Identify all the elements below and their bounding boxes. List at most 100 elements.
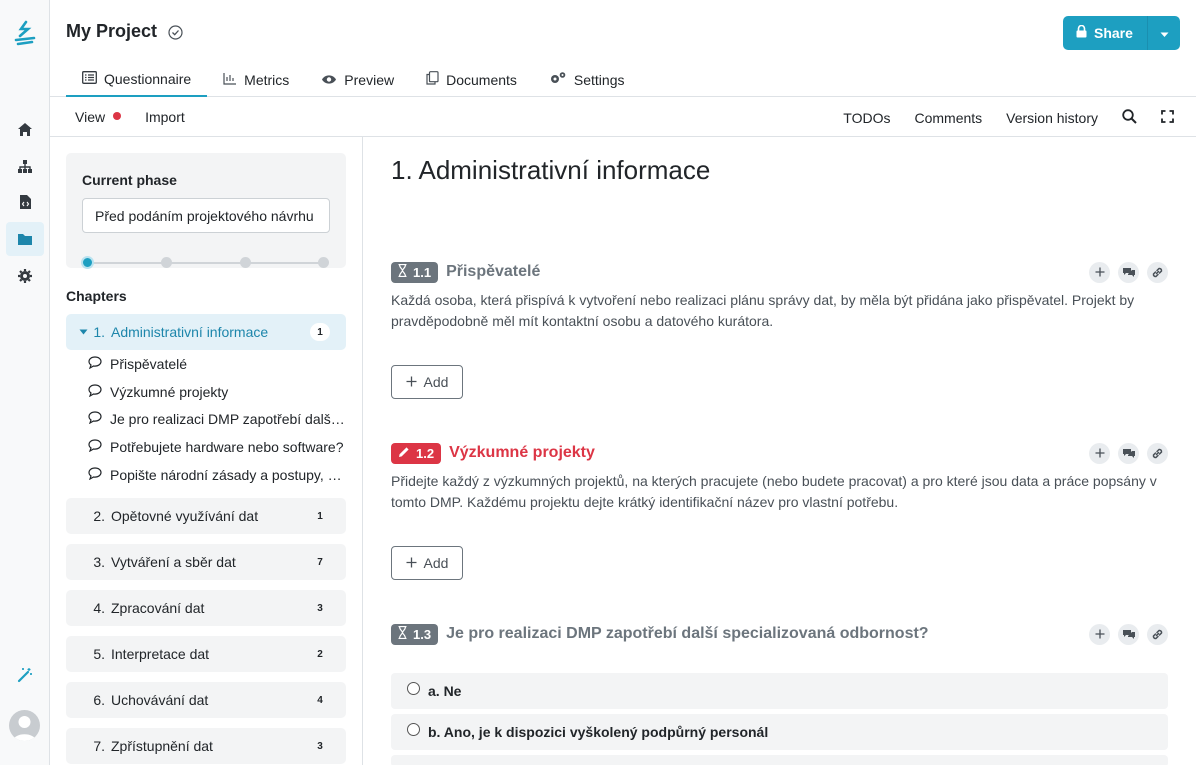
link-icon[interactable]: [1147, 442, 1168, 464]
phase-step-3[interactable]: [240, 257, 251, 268]
question-link-2[interactable]: Výzkumné projekty: [88, 384, 348, 400]
link-icon[interactable]: [1147, 623, 1168, 645]
chapter-heading: 1. Administrativní informace: [391, 155, 711, 185]
chart-icon: [223, 72, 237, 88]
answer-option[interactable]: [391, 755, 1168, 765]
question-number-badge: 1.3: [391, 623, 439, 645]
chapter-num: 3.: [93, 554, 105, 570]
magic-wand-icon[interactable]: [6, 658, 44, 692]
answer-option[interactable]: b. Ano, je k dispozici vyškolený podpůrn…: [391, 714, 1168, 750]
add-label: Add: [423, 374, 449, 390]
add-todo-icon[interactable]: [1089, 442, 1110, 464]
home-icon[interactable]: [6, 112, 44, 146]
import-menu[interactable]: Import: [145, 109, 185, 125]
lock-icon: [1076, 24, 1087, 41]
chapter-num: 6.: [93, 692, 105, 708]
folder-icon[interactable]: [6, 222, 44, 256]
hourglass-icon: [398, 625, 407, 642]
comment-icon: [88, 384, 102, 400]
chapter-item-7[interactable]: 7. Zpřístupnění dat 3: [66, 728, 346, 764]
radio-button[interactable]: [407, 681, 420, 695]
phase-step-2[interactable]: [161, 257, 172, 268]
tab-questionnaire[interactable]: Questionnaire: [66, 62, 208, 97]
question-number: 1.1: [413, 264, 432, 280]
share-dropdown-toggle[interactable]: [1148, 25, 1180, 41]
chapter-title: Zpřístupnění dat: [111, 738, 213, 754]
todos-button[interactable]: TODOs: [843, 110, 890, 126]
phase-step-4[interactable]: [318, 257, 329, 268]
chapter-count-badge: 3: [317, 602, 323, 614]
share-label: Share: [1094, 25, 1133, 41]
hourglass-icon: [398, 263, 407, 280]
share-button[interactable]: Share: [1063, 16, 1180, 50]
tab-preview[interactable]: Preview: [305, 62, 410, 97]
question-link-4[interactable]: Potřebujete hardware nebo software?: [88, 439, 348, 455]
link-icon[interactable]: [1147, 261, 1168, 283]
add-item-button[interactable]: Add: [391, 546, 463, 580]
fullscreen-icon[interactable]: [1161, 110, 1174, 126]
comments-icon[interactable]: [1118, 261, 1139, 283]
tab-label: Preview: [344, 71, 395, 88]
add-item-button[interactable]: Add: [391, 365, 463, 399]
cogs-icon: [549, 71, 567, 88]
comments-icon[interactable]: [1118, 442, 1139, 464]
question-link-1[interactable]: Přispěvatelé: [88, 356, 348, 372]
view-label: View: [75, 109, 106, 125]
tab-documents[interactable]: Documents: [410, 62, 533, 97]
view-menu[interactable]: View: [75, 109, 122, 125]
phase-select[interactable]: Před podáním projektového návrhu: [82, 198, 330, 233]
plus-icon: [406, 555, 417, 571]
chapters-sidebar: Current phase Před podáním projektového …: [50, 137, 363, 765]
question-link-5[interactable]: Popište národní zásady a postupy, které: [88, 467, 348, 483]
project-title: My Project: [66, 21, 158, 41]
chapter-num: 7.: [93, 738, 105, 754]
plus-icon: [406, 374, 417, 390]
avatar[interactable]: [9, 710, 40, 741]
answer-label: b. Ano, je k dispozici vyškolený podpůrn…: [428, 724, 769, 740]
question-number: 1.3: [413, 626, 432, 642]
chapters-heading: Chapters: [66, 288, 127, 304]
project-header: My Project Share Questionnaire Metrics P…: [50, 0, 1196, 97]
gear-icon[interactable]: [6, 259, 44, 293]
answer-option[interactable]: a. Ne: [391, 673, 1168, 709]
add-todo-icon[interactable]: [1089, 623, 1110, 645]
chapter-num: 1.: [93, 324, 105, 340]
version-history-button[interactable]: Version history: [1006, 110, 1098, 126]
radio-button[interactable]: [407, 722, 420, 736]
tab-metrics[interactable]: Metrics: [207, 62, 305, 97]
app-logo-icon[interactable]: [12, 20, 38, 46]
chapter-item-1[interactable]: 1. Administrativní informace 1: [66, 314, 346, 350]
answer-label: a. Ne: [428, 683, 462, 699]
chapter-count-badge: 1: [310, 323, 330, 341]
chapter-title: Administrativní informace: [111, 324, 269, 340]
add-todo-icon[interactable]: [1089, 261, 1110, 283]
question-number: 1.2: [416, 445, 435, 461]
file-code-icon[interactable]: [6, 185, 44, 219]
chapter-item-3[interactable]: 3. Vytváření a sběr dat 7: [66, 544, 346, 580]
phase-step-1[interactable]: [81, 256, 94, 269]
question-description: Přidejte každý z výzkumných projektů, na…: [391, 473, 1157, 510]
check-circle-icon: [168, 25, 183, 43]
chapter-item-6[interactable]: 6. Uchovávání dat 4: [66, 682, 346, 718]
phase-label: Current phase: [82, 172, 177, 188]
sitemap-icon[interactable]: [6, 149, 44, 183]
tab-label: Metrics: [244, 71, 290, 88]
question-link-label: Potřebujete hardware nebo software?: [110, 439, 344, 455]
comment-icon: [88, 467, 102, 483]
tab-settings[interactable]: Settings: [533, 62, 641, 97]
caret-down-icon[interactable]: [66, 329, 88, 335]
search-icon[interactable]: [1122, 109, 1137, 127]
comment-icon: [88, 439, 102, 455]
comments-button[interactable]: Comments: [914, 110, 982, 126]
question-number-badge: 1.1: [391, 261, 439, 283]
chapter-item-5[interactable]: 5. Interpretace dat 2: [66, 636, 346, 672]
unsaved-indicator: [113, 112, 122, 121]
chapter-count-badge: 1: [317, 510, 323, 522]
chapter-item-4[interactable]: 4. Zpracování dat 3: [66, 590, 346, 626]
questionnaire-content: 1. Administrativní informace 1.1 Přispěv…: [364, 137, 1196, 765]
comments-icon[interactable]: [1118, 623, 1139, 645]
tab-label: Settings: [573, 71, 625, 88]
app-rail: [0, 0, 50, 765]
chapter-item-2[interactable]: 2. Opětovné využívání dat 1: [66, 498, 346, 534]
question-link-3[interactable]: Je pro realizaci DMP zapotřebí další spe…: [88, 411, 348, 427]
